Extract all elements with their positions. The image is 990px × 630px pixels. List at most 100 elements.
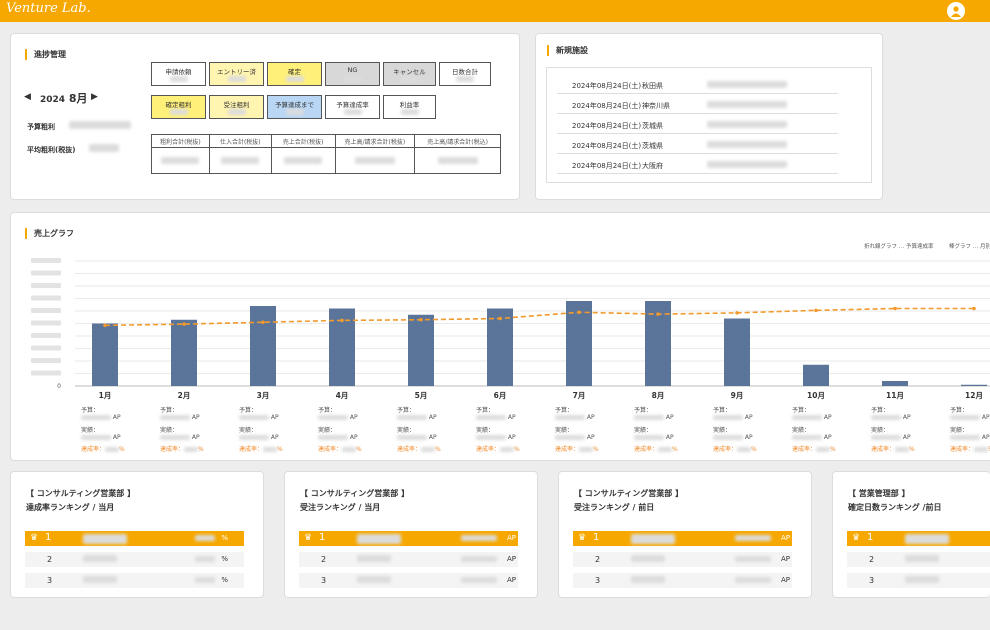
unit-label: AP [112, 434, 121, 441]
ranking-name [83, 576, 117, 583]
rate-label: 達成率： [950, 446, 975, 453]
y-tick-blur [31, 345, 61, 351]
rate-row: 達成率：% [81, 444, 131, 453]
actual-value [634, 435, 664, 440]
ranking-row[interactable]: ♛ 1% [25, 531, 244, 546]
facility-name [707, 121, 787, 128]
rate-label: 達成率： [318, 446, 343, 453]
budget-label: 予算： [160, 407, 179, 414]
line-point [182, 322, 186, 326]
actual-label: 実績： [160, 427, 179, 434]
ranking-row[interactable]: 3% [25, 573, 244, 588]
actual-label: 実績： [476, 427, 495, 434]
unit-label: AP [744, 434, 753, 441]
budget-row: 予算： [318, 405, 368, 414]
budget-value-row: AP [555, 414, 605, 423]
facility-row[interactable]: 2024年08月24日(土) 神奈川県 [557, 95, 838, 114]
budget-value [476, 415, 506, 420]
ranking-name [83, 534, 127, 544]
rate-value [895, 447, 910, 452]
y-tick-blur [31, 370, 61, 376]
budget-row: 予算： [950, 405, 990, 414]
actual-value [792, 435, 822, 440]
y-tick-blur [31, 283, 61, 288]
bar [961, 384, 987, 386]
facility-pref: 神奈川県 [642, 102, 670, 110]
ranking-unit: AP [506, 576, 516, 584]
rate-value [737, 447, 752, 452]
ranking-row[interactable]: 2% [25, 552, 244, 567]
unit-label: AP [507, 414, 516, 421]
unit-label: AP [902, 434, 911, 441]
line-point [340, 318, 344, 323]
line-point [656, 312, 660, 316]
percent-label: % [356, 446, 362, 453]
ranking-row[interactable]: ♛ 1 AP [573, 531, 792, 546]
next-month-icon[interactable]: ▶ [91, 92, 98, 102]
facility-name [707, 101, 787, 108]
rate-value [658, 447, 673, 452]
actual-value-row: AP [397, 434, 447, 443]
crown-icon: ♛ [578, 533, 587, 543]
actual-row: 実績： [792, 425, 842, 434]
rate-label: 達成率： [160, 446, 185, 453]
rank-number: 2 [869, 555, 875, 564]
rate-value [263, 447, 278, 452]
top-bar: Venture Lab. [0, 0, 990, 22]
facility-row[interactable]: 2024年08月24日(土) 茨城県 [557, 115, 838, 134]
finance-value [437, 157, 478, 164]
unit-label: AP [665, 414, 674, 421]
ranking-row[interactable]: 3 AP [573, 573, 792, 588]
facility-row[interactable]: 2024年08月24日(土) 大阪府 [557, 155, 838, 174]
user-avatar-icon[interactable] [947, 2, 965, 20]
status-ng[interactable]: NG [325, 62, 380, 86]
facility-title: 新規施設 [547, 45, 588, 56]
status-days-total[interactable]: 日数合計 [439, 62, 491, 86]
prev-month-icon[interactable]: ◀ [24, 92, 31, 102]
ranking-row[interactable]: ♛ 1 [847, 531, 990, 546]
status-cancel[interactable]: キャンセル [383, 62, 436, 86]
percent-label: % [435, 446, 441, 453]
app-logo[interactable]: Venture Lab. [6, 1, 91, 16]
ranking-row[interactable]: 2 [847, 552, 990, 567]
ranking-title: 受注ランキング / 当月 [300, 503, 381, 512]
ranking-title: 受注ランキング / 前日 [574, 503, 655, 512]
ranking-row[interactable]: 2 AP [573, 552, 792, 567]
ranking-name [357, 555, 391, 562]
rate-value [105, 447, 120, 452]
unit-label: AP [112, 414, 121, 421]
facility-row[interactable]: 2024年08月24日(土) 秋田県 [557, 75, 838, 94]
confirmed-profit: 確定粗利 [151, 95, 206, 119]
ranking-card: 【 営業管理部 】確定日数ランキング /前日 ♛ 1 2 3 [832, 471, 990, 598]
actual-row: 実績： [555, 425, 605, 434]
x-tick-label: 12月 [965, 391, 983, 400]
rate-value [342, 447, 357, 452]
ranking-row[interactable]: 3 AP [299, 573, 518, 588]
budget-value [160, 415, 190, 420]
rate-label: 達成率： [81, 446, 106, 453]
percent-label: % [198, 446, 204, 453]
budget-value [555, 415, 585, 420]
budget-value-row: AP [397, 414, 447, 423]
budget-value-row: AP [160, 414, 210, 423]
rate-row: 達成率：% [871, 444, 921, 453]
ranking-row[interactable]: ♛ 1 AP [299, 531, 518, 546]
y-tick-blur [31, 320, 61, 326]
rate-label: 達成率： [397, 446, 422, 453]
status-request[interactable]: 申請依頼 [151, 62, 206, 86]
budget-value-row: AP [792, 414, 842, 423]
status-confirmed[interactable]: 確定 [267, 62, 322, 86]
ranking-row[interactable]: 3 [847, 573, 990, 588]
x-tick-label: 5月 [415, 391, 428, 400]
budget-label: 予算： [239, 407, 258, 414]
budget-label: 予算： [318, 407, 337, 414]
rate-value [500, 447, 515, 452]
facility-pref: 茨城県 [642, 122, 663, 130]
status-entry[interactable]: エントリー済 [209, 62, 264, 86]
budget-value [871, 415, 901, 420]
facility-row[interactable]: 2024年08月24日(土) 茨城県 [557, 135, 838, 154]
line-point [735, 311, 739, 315]
ranking-row[interactable]: 2 AP [299, 552, 518, 567]
bar [408, 314, 434, 386]
sales-graph-title: 売上グラフ [25, 228, 74, 239]
